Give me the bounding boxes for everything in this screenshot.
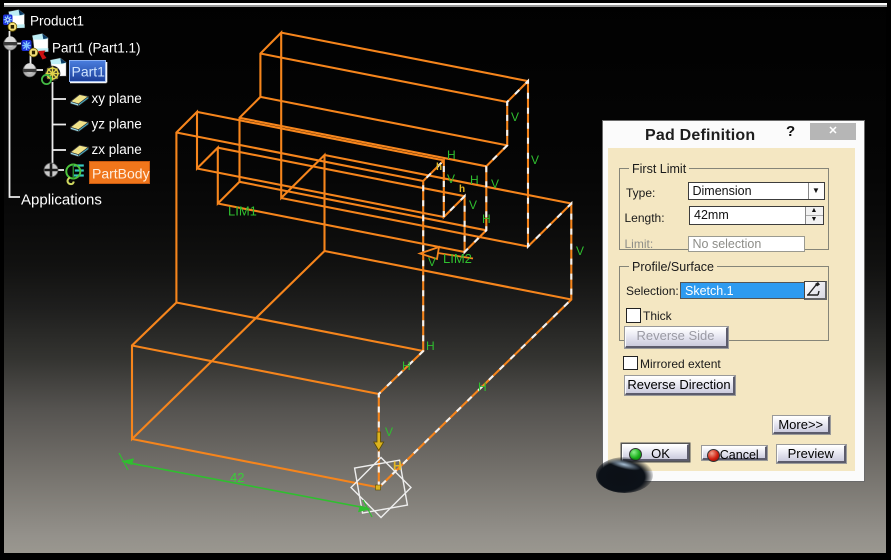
svg-text:LIM1: LIM1 <box>228 204 257 219</box>
svg-text:H: H <box>478 380 487 394</box>
svg-text:h: h <box>459 184 465 195</box>
svg-text:xy plane: xy plane <box>92 91 142 106</box>
svg-text:V: V <box>428 255 436 269</box>
svg-text:yz plane: yz plane <box>92 117 142 132</box>
svg-text:H: H <box>447 148 456 162</box>
svg-text:H: H <box>393 459 402 473</box>
svg-text:H: H <box>402 359 411 373</box>
svg-text:H: H <box>426 339 435 353</box>
svg-text:V: V <box>447 172 455 186</box>
svg-text:V: V <box>531 153 539 167</box>
svg-text:Part1: Part1 <box>72 64 106 80</box>
svg-text:V: V <box>491 177 499 191</box>
svg-text:42: 42 <box>230 470 244 485</box>
svg-text:H: H <box>470 173 479 187</box>
svg-text:LIM2: LIM2 <box>443 251 472 266</box>
svg-text:Product1: Product1 <box>30 14 84 29</box>
svg-text:zx plane: zx plane <box>92 142 142 157</box>
svg-text:h: h <box>436 162 442 173</box>
svg-text:PartBody: PartBody <box>92 166 150 182</box>
svg-text:V: V <box>385 425 393 439</box>
svg-text:Applications: Applications <box>21 192 102 209</box>
svg-text:V: V <box>576 244 584 258</box>
svg-text:Part1 (Part1.1): Part1 (Part1.1) <box>52 41 141 56</box>
svg-text:V: V <box>511 110 519 124</box>
svg-text:H: H <box>482 212 491 226</box>
svg-text:V: V <box>469 198 477 212</box>
